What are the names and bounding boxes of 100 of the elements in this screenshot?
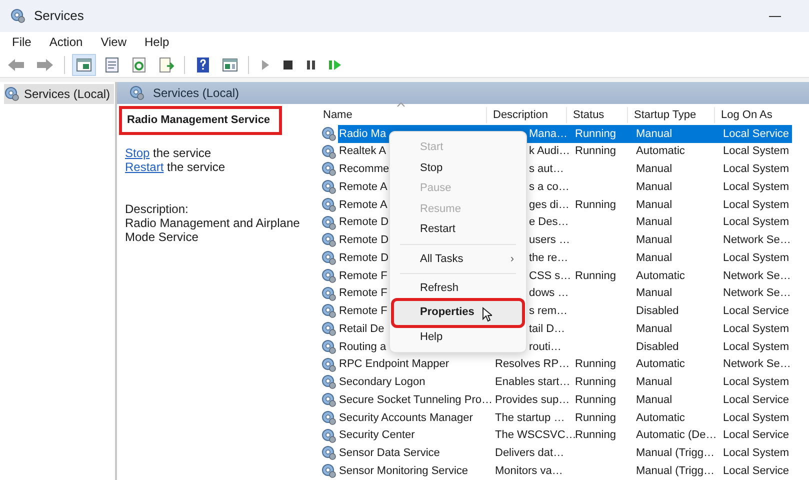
table-cell-text: s a co… [529, 180, 570, 195]
gear-icon [321, 356, 337, 373]
table-cell-text: Remote F [339, 286, 388, 302]
table-cell-text: Running [575, 126, 616, 142]
menu-item[interactable]: Action [41, 33, 91, 51]
table-cell-text: Radio Ma [339, 126, 386, 142]
table-cell-text: RPC Endpoint Mapper [339, 357, 450, 372]
table-cell-text: Enables start… [495, 375, 570, 390]
table-cell-text: Automatic [636, 144, 685, 160]
service-title: Radio Management Service [119, 106, 282, 134]
gear-icon [321, 179, 337, 196]
table-cell-text: Automatic [636, 357, 685, 372]
table-cell-text: Remote A [339, 180, 388, 195]
pane-header: Services (Local) [117, 82, 809, 104]
table-cell-text: Network Se… [723, 268, 791, 284]
table-cell-text: Remote D [339, 250, 389, 266]
table-cell-text: Local System [723, 198, 790, 213]
column-header[interactable]: Startup Type [627, 106, 714, 123]
table-cell-text: Manual [636, 392, 672, 408]
gear-icon [321, 321, 337, 338]
gear-icon [321, 268, 337, 284]
table-cell-text: e Des… [529, 215, 569, 230]
table-cell-text: Manual [636, 162, 672, 178]
table-cell-text: Sensor Data Service [339, 446, 440, 462]
menu-item[interactable]: Properties [394, 300, 522, 324]
table-cell-text: Local System [723, 322, 790, 337]
table-cell-text: Running [575, 198, 616, 213]
menu-item[interactable]: Help [394, 326, 522, 347]
column-header[interactable]: Description [486, 106, 566, 123]
service-link[interactable]: Restart [125, 160, 164, 174]
table-cell-text: Resolves RP… [495, 357, 570, 372]
table-cell-text: Retail De [339, 322, 384, 337]
table-cell-text: Local Service [723, 392, 790, 408]
cursor-icon [482, 306, 492, 322]
column-header[interactable]: Status [566, 106, 627, 123]
table-cell-text: Realtek A [339, 144, 386, 160]
link-caption: the service [153, 146, 212, 160]
tree-item[interactable]: Services (Local) [4, 84, 114, 104]
table-cell-text: Local Service [723, 428, 790, 444]
table-cell-text: ges di… [529, 198, 570, 213]
table-cell-text: Manual (Trigg… [636, 464, 714, 479]
table-cell-text: dows … [529, 286, 569, 302]
gear-icon [10, 8, 26, 24]
menu-item[interactable]: View [92, 33, 134, 51]
table-cell-text: Running [575, 392, 616, 408]
table-cell-text: Local System [723, 446, 790, 462]
gear-icon [321, 196, 337, 213]
table-cell-text: k Audi… [529, 144, 570, 160]
menu-item[interactable]: All Tasks › [394, 248, 522, 269]
table-cell-text: s aut… [529, 162, 564, 178]
table-cell-text: Manual [636, 126, 672, 142]
table-cell-text: Local Service [723, 304, 790, 320]
service-link[interactable]: Stop [125, 146, 150, 160]
table-cell-text: Manual [636, 375, 672, 390]
table-cell-text: Security Accounts Manager [339, 410, 473, 426]
gear-icon [321, 161, 337, 178]
menu-item[interactable]: Stop [394, 158, 522, 178]
table-cell-text: Secondary Logon [339, 375, 426, 390]
table-cell-text: CSS s… [529, 268, 572, 284]
gear-icon [321, 232, 337, 248]
gear-icon [4, 86, 20, 102]
table-cell-text: Automatic [636, 410, 685, 426]
gear-icon [321, 303, 337, 320]
menu-item[interactable]: Refresh [394, 278, 522, 298]
table-cell-text: Security Center [339, 428, 415, 444]
table-cell-text: Running [575, 268, 616, 284]
table-cell-text: Disabled [636, 340, 679, 355]
column-header[interactable]: Log On As [714, 106, 789, 123]
table-cell-text: Local System [723, 250, 790, 266]
table-cell-text: Automatic (De… [636, 428, 717, 444]
gear-icon [129, 85, 145, 101]
table-cell-text: Delivers dat… [495, 446, 564, 462]
table-cell-text: Provides sup… [495, 392, 570, 408]
gear-icon [321, 338, 337, 355]
gear-icon [321, 374, 337, 390]
menu-item[interactable]: Restart [394, 219, 522, 240]
gear-icon [321, 392, 337, 408]
table-cell-text: Manual [636, 215, 672, 230]
table-cell-text: Remote F [339, 304, 388, 320]
gear-icon [321, 410, 337, 426]
gear-icon [321, 445, 337, 462]
gear-icon [321, 144, 337, 160]
sort-icon [397, 102, 405, 107]
submenu-arrow: › [510, 252, 514, 266]
table-cell-text: Network Se… [723, 357, 791, 372]
table-cell-text: Manual [636, 286, 672, 302]
column-header[interactable]: Name [309, 106, 486, 123]
menu-item[interactable]: Help [136, 33, 178, 51]
description-text: Radio Management and Airplane Mode Service [124, 216, 301, 244]
table-cell-text: Routing a [339, 340, 386, 355]
table-cell-text: Local System [723, 375, 790, 390]
table-cell-text: Manual [636, 233, 672, 248]
table-cell-text: Remote D [339, 215, 389, 230]
table-cell-text: Local System [723, 340, 790, 355]
table-cell-text: Network Se… [723, 233, 791, 248]
table-cell-text: Local System [723, 144, 790, 160]
menu-item[interactable]: File [4, 33, 40, 51]
table-cell-text: Network Se… [723, 286, 791, 302]
gear-icon [321, 286, 337, 302]
console-tree-icon[interactable] [72, 54, 96, 76]
